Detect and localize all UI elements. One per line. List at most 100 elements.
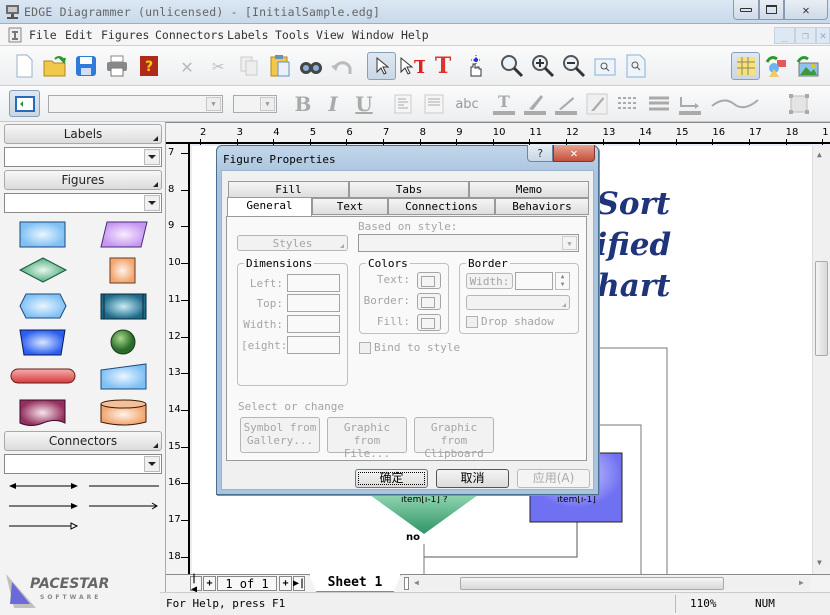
border-width-button[interactable]: Width: bbox=[466, 273, 513, 289]
last-page-button[interactable]: ▶| bbox=[293, 576, 305, 591]
horizontal-scroll-thumb[interactable] bbox=[460, 577, 724, 590]
scroll-down-icon[interactable]: ▼ bbox=[817, 558, 822, 567]
tab-memo[interactable]: Memo bbox=[469, 181, 589, 198]
delete-button[interactable]: ✕ bbox=[174, 53, 200, 79]
figure-cylinder[interactable] bbox=[99, 398, 149, 428]
connector-arrow[interactable] bbox=[8, 501, 80, 511]
horizontal-scrollbar[interactable]: ◀ ▶ bbox=[411, 576, 811, 591]
new-button[interactable] bbox=[11, 53, 37, 79]
border-width-spinner[interactable]: ▲ ▼ bbox=[555, 272, 570, 290]
zoom-button[interactable] bbox=[499, 53, 525, 79]
connectors-header[interactable]: Connectors bbox=[4, 431, 162, 451]
scroll-up-icon[interactable]: ▲ bbox=[817, 150, 822, 159]
tab-behaviors[interactable]: Behaviors bbox=[495, 198, 589, 215]
scroll-left-icon[interactable]: ◀ bbox=[414, 578, 419, 587]
open-button[interactable] bbox=[42, 53, 68, 79]
spelling-button[interactable]: abc bbox=[452, 91, 482, 117]
symbol-from-gallery-button[interactable]: Symbol from Gallery... bbox=[240, 417, 320, 453]
cut-button[interactable]: ✂ bbox=[205, 53, 231, 79]
text-color-picker[interactable] bbox=[417, 272, 441, 289]
drop-shadow-checkbox[interactable]: Drop shadow bbox=[466, 315, 554, 328]
figure-predefined-process[interactable] bbox=[99, 292, 149, 322]
figure-rectangle[interactable] bbox=[18, 220, 68, 250]
select-tool-button[interactable] bbox=[367, 52, 396, 80]
figure-manual-input[interactable] bbox=[99, 362, 149, 392]
left-input[interactable] bbox=[287, 274, 340, 292]
menu-file[interactable]: File bbox=[29, 28, 57, 42]
spin-up-icon[interactable]: ▲ bbox=[556, 273, 569, 281]
menu-labels[interactable]: Labels bbox=[227, 28, 269, 42]
undo-button[interactable] bbox=[329, 53, 355, 79]
line-color-button[interactable] bbox=[553, 91, 579, 117]
connector-hollow-arrow[interactable] bbox=[8, 521, 80, 531]
change-figure-button[interactable] bbox=[764, 53, 790, 79]
labels-combo[interactable] bbox=[4, 147, 162, 167]
panel-toggle-button[interactable] bbox=[9, 90, 40, 117]
change-image-button[interactable] bbox=[795, 53, 821, 79]
sheet-tab[interactable]: Sheet 1 bbox=[309, 574, 401, 592]
line-width-button[interactable] bbox=[646, 91, 672, 117]
add-page-after-button[interactable]: + bbox=[279, 576, 292, 591]
mdi-close-button[interactable]: ✕ bbox=[816, 27, 830, 44]
top-input[interactable] bbox=[287, 294, 340, 312]
connectors-combo[interactable] bbox=[4, 454, 162, 474]
menu-tools[interactable]: Tools bbox=[275, 28, 310, 42]
font-size-combo[interactable]: ▼ bbox=[233, 95, 277, 113]
save-button[interactable] bbox=[73, 53, 99, 79]
maximize-button[interactable] bbox=[759, 0, 784, 20]
italic-button[interactable]: I bbox=[320, 91, 346, 117]
based-on-style-combo[interactable]: ▼ bbox=[358, 234, 579, 252]
group-button[interactable] bbox=[786, 91, 812, 117]
figures-header[interactable]: Figures bbox=[4, 170, 162, 190]
vertical-scroll-thumb[interactable] bbox=[815, 261, 828, 356]
add-page-before-button[interactable]: + bbox=[203, 576, 216, 591]
graphic-from-clipboard-button[interactable]: Graphic from Clipboard bbox=[414, 417, 494, 460]
border-color-picker[interactable] bbox=[417, 293, 441, 310]
print-button[interactable] bbox=[104, 53, 130, 79]
menu-connectors[interactable]: Connectors bbox=[155, 28, 224, 42]
copy-button[interactable] bbox=[236, 53, 262, 79]
apply-button[interactable]: 应用(A) bbox=[517, 469, 590, 488]
figure-diamond[interactable] bbox=[18, 256, 68, 286]
align-left-button[interactable] bbox=[390, 91, 416, 117]
zoom-page-button[interactable] bbox=[592, 53, 618, 79]
close-button[interactable]: ✕ bbox=[784, 0, 828, 20]
dialog-close-button[interactable]: ✕ bbox=[553, 145, 595, 162]
border-width-input[interactable] bbox=[515, 272, 553, 290]
scroll-right-icon[interactable]: ▶ bbox=[799, 578, 804, 587]
minimize-button[interactable] bbox=[733, 0, 759, 20]
menu-view[interactable]: View bbox=[316, 28, 344, 42]
figure-parallelogram[interactable] bbox=[99, 220, 149, 250]
menu-help[interactable]: Help bbox=[401, 28, 429, 42]
text-color-button[interactable]: T bbox=[491, 91, 517, 117]
cancel-button[interactable]: 取消 bbox=[436, 469, 509, 488]
zoom-in-button[interactable] bbox=[530, 53, 556, 79]
connector-open-arrow[interactable] bbox=[88, 501, 160, 511]
figures-combo[interactable] bbox=[4, 193, 162, 213]
figure-document[interactable] bbox=[18, 398, 68, 428]
figure-terminator[interactable] bbox=[9, 367, 79, 387]
bold-button[interactable]: B bbox=[290, 91, 316, 117]
tab-splitter[interactable] bbox=[404, 577, 409, 590]
styles-button[interactable]: Styles bbox=[237, 235, 348, 251]
arrow-style-button[interactable] bbox=[677, 91, 703, 117]
tab-text[interactable]: Text bbox=[312, 198, 388, 215]
border-style-combo[interactable] bbox=[466, 295, 570, 310]
width-input[interactable] bbox=[287, 315, 340, 333]
underline-button[interactable]: U bbox=[351, 91, 377, 117]
ok-button[interactable]: 确定 bbox=[355, 469, 428, 488]
height-input[interactable] bbox=[287, 336, 340, 354]
menu-window[interactable]: Window bbox=[352, 28, 394, 42]
dialog-help-button[interactable]: ? bbox=[527, 145, 553, 162]
find-button[interactable] bbox=[298, 53, 324, 79]
tab-general[interactable]: General bbox=[227, 197, 312, 216]
label-select-button[interactable]: T bbox=[399, 53, 425, 79]
fill-color-picker[interactable] bbox=[417, 314, 441, 331]
connector-double-arrow[interactable] bbox=[8, 481, 80, 491]
mdi-minimize-button[interactable]: _ bbox=[774, 27, 795, 44]
justify-button[interactable] bbox=[421, 91, 447, 117]
spin-down-icon[interactable]: ▼ bbox=[556, 281, 569, 289]
curve-style-button[interactable] bbox=[710, 91, 760, 117]
mdi-restore-button[interactable]: ❐ bbox=[795, 27, 816, 44]
labels-header[interactable]: Labels bbox=[4, 124, 162, 144]
